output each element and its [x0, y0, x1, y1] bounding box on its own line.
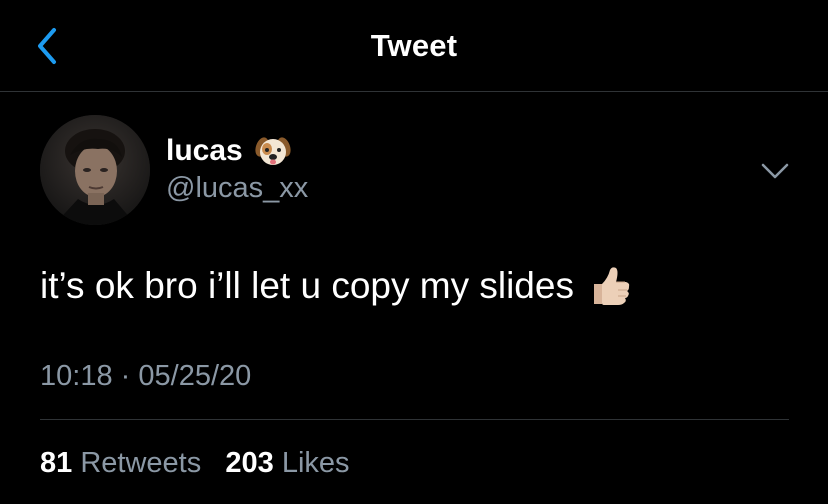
avatar[interactable] — [40, 115, 150, 225]
profile-photo — [40, 115, 150, 225]
navigation-bar: Tweet — [0, 0, 828, 92]
author-handle[interactable]: @lucas_xx — [166, 172, 308, 205]
likes-count: 203 — [225, 447, 274, 479]
page-title: Tweet — [370, 28, 458, 63]
dog-face-icon — [255, 133, 291, 169]
more-options-button[interactable] — [759, 160, 791, 182]
likes-label: Likes — [281, 447, 350, 479]
likes-stat[interactable]: 203 Likes — [225, 447, 349, 479]
chevron-down-icon — [761, 163, 789, 179]
tweet-time: 10:18 — [40, 360, 113, 392]
timestamp-separator: · — [120, 360, 131, 392]
divider — [40, 419, 789, 420]
retweets-label: Retweets — [80, 447, 202, 479]
tweet-timestamp[interactable]: 10:18 · 05/25/20 — [40, 360, 251, 393]
author-name[interactable]: lucas — [166, 133, 291, 169]
tweet-body: it’s ok bro i’ll let u copy my slides — [40, 264, 632, 308]
retweets-stat[interactable]: 81 Retweets — [40, 447, 209, 479]
tweet-date: 05/25/20 — [138, 360, 252, 392]
tweet-stats: 81 Retweets 203 Likes — [40, 447, 350, 480]
display-name-text: lucas — [166, 134, 243, 167]
thumbs-up-icon — [588, 264, 632, 308]
retweets-count: 81 — [40, 447, 73, 479]
tweet-text: it’s ok bro i’ll let u copy my slides — [40, 265, 574, 306]
